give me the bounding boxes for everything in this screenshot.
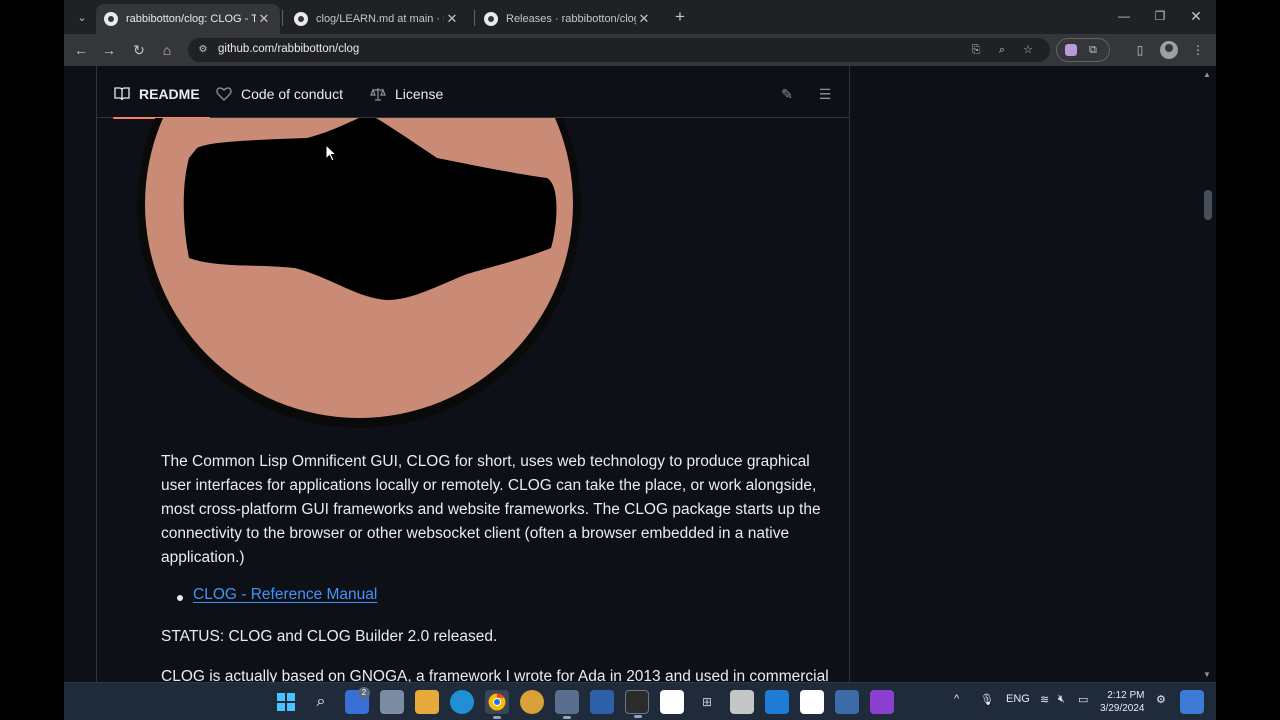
new-tab-button[interactable]: + bbox=[668, 6, 692, 28]
status-line: STATUS: CLOG and CLOG Builder 2.0 releas… bbox=[161, 628, 498, 645]
scrollbar[interactable] bbox=[1200, 66, 1216, 682]
home-button[interactable]: ⌂ bbox=[156, 39, 178, 61]
forward-button[interactable]: → bbox=[98, 39, 120, 61]
chevron-down-icon: ⌄ bbox=[77, 11, 87, 24]
scroll-up-arrow[interactable]: ▲ bbox=[1203, 70, 1211, 79]
tab-title: rabbibotton/clog: CLOG - The C bbox=[126, 13, 256, 25]
url-text: github.com/rabbibotton/clog bbox=[218, 43, 360, 55]
edge-browser-icon[interactable] bbox=[450, 690, 474, 714]
taskbar: ⌕ 2 ⊞ ^ 🎙︎ ENG ≋ 🔇︎ ▭ 2:12 PM 3/29/2024 … bbox=[64, 682, 1216, 720]
browser-toolbar: ← → ↻ ⌂ ⚙ github.com/rabbibotton/clog ⎘ … bbox=[64, 34, 1216, 66]
photos-app-icon[interactable] bbox=[380, 690, 404, 714]
letterbox-right bbox=[1216, 0, 1280, 720]
profile-avatar[interactable] bbox=[1160, 41, 1178, 59]
minimize-button[interactable]: — bbox=[1106, 4, 1142, 28]
extension-icon[interactable] bbox=[1065, 44, 1077, 56]
book-icon bbox=[113, 86, 131, 102]
tab-license[interactable]: License bbox=[369, 70, 443, 118]
tab-divider bbox=[282, 10, 283, 26]
clog-logo-image bbox=[137, 118, 613, 428]
github-icon bbox=[294, 12, 308, 26]
close-icon[interactable]: ✕ bbox=[444, 11, 460, 27]
tab-title: Releases · rabbibotton/clog bbox=[506, 13, 636, 25]
heart-icon bbox=[215, 86, 233, 102]
zoom-icon[interactable]: ⌕ bbox=[994, 43, 1010, 57]
tab-license-label: License bbox=[395, 86, 444, 102]
scrollbar-thumb[interactable] bbox=[1204, 190, 1212, 220]
restore-button[interactable]: ❐ bbox=[1142, 4, 1178, 28]
scroll-down-arrow[interactable]: ▼ bbox=[1203, 670, 1211, 679]
tab-code-of-conduct[interactable]: Code of conduct bbox=[215, 70, 343, 118]
slack-app-icon[interactable] bbox=[660, 690, 684, 714]
clock-date: 3/29/2024 bbox=[1100, 703, 1145, 714]
mouse-cursor-icon bbox=[325, 144, 337, 162]
file-explorer-icon[interactable] bbox=[415, 690, 439, 714]
remote-desktop-icon[interactable] bbox=[835, 690, 859, 714]
store-app-icon[interactable] bbox=[730, 690, 754, 714]
extensions-pill[interactable]: ⧉ bbox=[1056, 38, 1110, 62]
tab-learn-md[interactable]: clog/LEARN.md at main · rabbib ✕ bbox=[286, 4, 468, 34]
chevron-up-icon[interactable]: ^ bbox=[954, 693, 959, 705]
notification-bell-icon[interactable]: ⚙ bbox=[1156, 693, 1166, 706]
page-content: README Code of conduct License ✎ ☰ The C… bbox=[64, 66, 1216, 682]
reference-manual-link[interactable]: CLOG - Reference Manual bbox=[193, 586, 377, 604]
reload-button[interactable]: ↻ bbox=[128, 39, 150, 61]
close-icon[interactable]: ✕ bbox=[636, 11, 652, 27]
letterbox-left bbox=[0, 0, 64, 720]
close-window-button[interactable]: ✕ bbox=[1178, 4, 1214, 28]
readme-container: README Code of conduct License ✎ ☰ The C… bbox=[96, 66, 850, 682]
game-app-icon[interactable] bbox=[870, 690, 894, 714]
site-info-icon[interactable]: ⚙ bbox=[196, 43, 210, 57]
tab-code-of-conduct-label: Code of conduct bbox=[241, 86, 343, 102]
side-panel-icon[interactable]: ▯ bbox=[1130, 40, 1150, 60]
search-icon[interactable]: ⌕ bbox=[309, 690, 333, 714]
whiteboard-app-icon[interactable] bbox=[800, 690, 824, 714]
edit-pencil-icon[interactable]: ✎ bbox=[777, 84, 797, 104]
notification-badge: 2 bbox=[358, 687, 370, 699]
media-player-icon[interactable] bbox=[590, 690, 614, 714]
tab-search-button[interactable]: ⌄ bbox=[70, 6, 94, 28]
gimp-app-icon[interactable] bbox=[520, 690, 544, 714]
scale-icon bbox=[369, 86, 387, 102]
chrome-browser-icon[interactable] bbox=[485, 690, 509, 719]
speaker-muted-icon[interactable]: 🔇︎ bbox=[1058, 693, 1065, 706]
bookmark-star-icon[interactable]: ☆ bbox=[1020, 43, 1036, 57]
tab-releases[interactable]: Releases · rabbibotton/clog ✕ bbox=[476, 4, 660, 34]
tab-divider bbox=[474, 10, 475, 26]
close-icon[interactable]: ✕ bbox=[256, 11, 272, 27]
vscode-app-icon[interactable] bbox=[765, 690, 789, 714]
browser-window: ⌄ rabbibotton/clog: CLOG - The C ✕ clog/… bbox=[64, 0, 1216, 682]
language-indicator[interactable]: ENG bbox=[1006, 693, 1030, 705]
bullet-dot bbox=[177, 595, 183, 601]
microphone-icon[interactable]: 🎙︎ bbox=[980, 693, 994, 706]
wifi-icon[interactable]: ≋ bbox=[1040, 693, 1049, 706]
copilot-icon[interactable] bbox=[1180, 690, 1204, 714]
app-grid-icon[interactable]: ⊞ bbox=[695, 690, 719, 714]
system-clock[interactable]: 2:12 PM 3/29/2024 bbox=[1100, 689, 1145, 715]
puzzle-icon[interactable]: ⧉ bbox=[1089, 43, 1103, 57]
tab-readme[interactable]: README bbox=[113, 70, 210, 119]
outline-list-icon[interactable]: ☰ bbox=[815, 84, 835, 104]
readme-nav: README Code of conduct License ✎ ☰ bbox=[97, 70, 849, 119]
tab-title: clog/LEARN.md at main · rabbib bbox=[316, 13, 444, 25]
github-icon bbox=[104, 12, 118, 26]
terminal-app-icon[interactable] bbox=[625, 690, 649, 718]
start-windows-icon[interactable] bbox=[274, 690, 298, 714]
battery-icon[interactable]: ▭ bbox=[1078, 693, 1088, 706]
install-app-icon[interactable]: ⎘ bbox=[968, 43, 984, 57]
address-bar[interactable]: ⚙ github.com/rabbibotton/clog ⎘ ⌕ ☆ bbox=[188, 38, 1050, 62]
menu-kebab-icon[interactable]: ⋮ bbox=[1188, 40, 1208, 60]
back-button[interactable]: ← bbox=[70, 39, 92, 61]
tab-strip: ⌄ rabbibotton/clog: CLOG - The C ✕ clog/… bbox=[64, 0, 1216, 34]
github-icon bbox=[484, 12, 498, 26]
gnoga-paragraph: CLOG is actually based on GNOGA, a frame… bbox=[161, 668, 829, 682]
tab-readme-label: README bbox=[139, 86, 200, 102]
clock-time: 2:12 PM bbox=[1107, 690, 1145, 701]
tab-clog-repo[interactable]: rabbibotton/clog: CLOG - The C ✕ bbox=[96, 4, 280, 34]
intro-paragraph: The Common Lisp Omnificent GUI, CLOG for… bbox=[161, 453, 821, 566]
notepad-app-icon[interactable] bbox=[555, 690, 579, 719]
